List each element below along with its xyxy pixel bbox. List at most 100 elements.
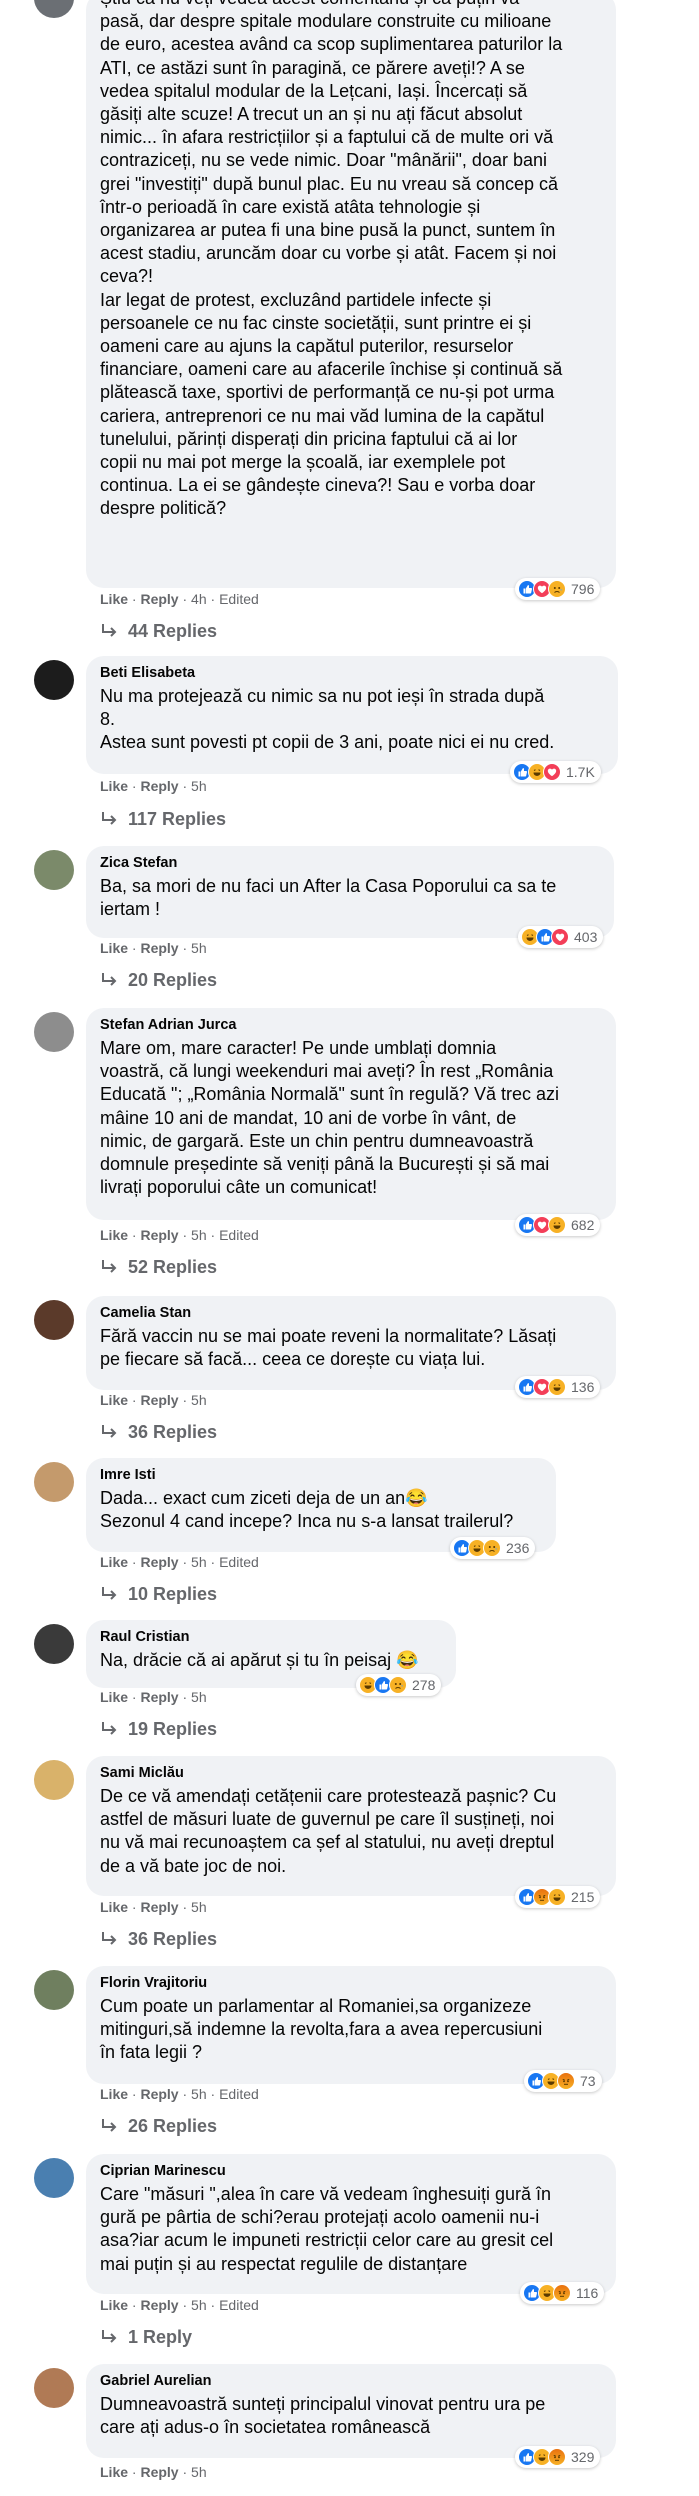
reply-button[interactable]: Reply — [140, 1227, 178, 1243]
reaction-summary[interactable]: 403 — [518, 926, 604, 948]
comment-time[interactable]: 5h — [191, 940, 207, 956]
view-replies-link[interactable]: 44 Replies — [100, 620, 217, 642]
avatar[interactable] — [34, 1012, 74, 1052]
replies-count: 19 Replies — [128, 1719, 218, 1739]
reaction-summary[interactable]: 682 — [515, 1214, 601, 1236]
comment-time[interactable]: 5h — [191, 1392, 207, 1408]
edited-label: Edited — [219, 1554, 259, 1570]
view-replies-link[interactable]: 1 Reply — [100, 2326, 192, 2348]
view-replies-link[interactable]: 36 Replies — [100, 1421, 217, 1443]
replies-count: 26 Replies — [128, 2116, 218, 2136]
replies-count: 117 Replies — [128, 809, 227, 829]
separator: · — [182, 940, 188, 956]
separator: · — [182, 1689, 188, 1705]
view-replies-link[interactable]: 117 Replies — [100, 808, 226, 830]
comment-time[interactable]: 4h — [191, 591, 207, 607]
comment-author[interactable]: Florin Vrajitoriu — [100, 1974, 604, 1993]
avatar[interactable] — [34, 660, 74, 700]
view-replies-link[interactable]: 19 Replies — [100, 1718, 217, 1740]
comment-time[interactable]: 5h — [191, 1899, 207, 1915]
separator: · — [182, 1227, 188, 1243]
angry-reaction-icon — [557, 2072, 575, 2090]
avatar[interactable] — [34, 0, 74, 18]
comment-time[interactable]: 5h — [191, 1227, 207, 1243]
comment-time[interactable]: 5h — [191, 778, 207, 794]
reaction-summary[interactable]: 329 — [515, 2446, 601, 2468]
separator: · — [182, 778, 188, 794]
reaction-summary[interactable]: 73 — [524, 2070, 602, 2092]
separator: · — [131, 2297, 137, 2313]
reply-button[interactable]: Reply — [140, 1689, 178, 1705]
reaction-count: 403 — [574, 929, 598, 945]
avatar[interactable] — [34, 1462, 74, 1502]
comment-text: Ba, sa mori de nu faci un After la Casa … — [100, 876, 557, 920]
reply-button[interactable]: Reply — [140, 1899, 178, 1915]
reaction-summary[interactable]: 236 — [450, 1537, 536, 1559]
like-button[interactable]: Like — [100, 1689, 128, 1705]
reply-button[interactable]: Reply — [140, 591, 178, 607]
like-button[interactable]: Like — [100, 2464, 128, 2480]
reaction-summary[interactable]: 215 — [515, 1886, 601, 1908]
avatar[interactable] — [34, 2158, 74, 2198]
reply-button[interactable]: Reply — [140, 778, 178, 794]
view-replies-link[interactable]: 36 Replies — [100, 1928, 217, 1950]
reply-button[interactable]: Reply — [140, 2297, 178, 2313]
reaction-count: 1.7K — [566, 764, 595, 780]
reply-arrow-icon — [102, 1425, 117, 1438]
reaction-summary[interactable]: 116 — [520, 2282, 605, 2304]
like-button[interactable]: Like — [100, 2297, 128, 2313]
reply-button[interactable]: Reply — [140, 1554, 178, 1570]
comment-time[interactable]: 5h — [191, 2464, 207, 2480]
view-replies-link[interactable]: 52 Replies — [100, 1256, 217, 1278]
comment-text: De ce vă amendați cetățenii care protest… — [100, 1786, 557, 1876]
comment-actions: Like · Reply · 5h — [100, 1391, 207, 1409]
like-button[interactable]: Like — [100, 778, 128, 794]
comment-text: Na, drăcie că ai apărut și tu în peisaj … — [100, 1650, 419, 1670]
like-button[interactable]: Like — [100, 1554, 128, 1570]
comment-author[interactable]: Sami Miclău — [100, 1764, 604, 1783]
avatar[interactable] — [34, 850, 74, 890]
sad-reaction-icon — [483, 1539, 501, 1557]
like-button[interactable]: Like — [100, 940, 128, 956]
avatar[interactable] — [34, 1760, 74, 1800]
comment-actions: Like · Reply · 5h · Edited — [100, 2296, 259, 2314]
reaction-summary[interactable]: 796 — [515, 578, 601, 600]
comment-author[interactable]: Ciprian Marinescu — [100, 2162, 604, 2181]
reply-arrow-icon — [102, 973, 117, 986]
haha-reaction-icon — [548, 1888, 566, 1906]
reaction-summary[interactable]: 136 — [515, 1376, 601, 1398]
avatar[interactable] — [34, 1300, 74, 1340]
reply-button[interactable]: Reply — [140, 940, 178, 956]
reaction-summary[interactable]: 278 — [356, 1674, 442, 1696]
view-replies-link[interactable]: 10 Replies — [100, 1583, 217, 1605]
comment-author[interactable]: Gabriel Aurelian — [100, 2372, 604, 2391]
reaction-summary[interactable]: 1.7K — [510, 761, 601, 783]
like-button[interactable]: Like — [100, 1227, 128, 1243]
comment-author[interactable]: Stefan Adrian Jurca — [100, 1016, 604, 1035]
view-replies-link[interactable]: 26 Replies — [100, 2115, 217, 2137]
separator: · — [210, 2297, 216, 2313]
comment-time[interactable]: 5h — [191, 1554, 207, 1570]
comment-actions: Like · Reply · 5h — [100, 2463, 207, 2481]
avatar[interactable] — [34, 1970, 74, 2010]
comment-author[interactable]: Zica Stefan — [100, 854, 602, 873]
like-button[interactable]: Like — [100, 2086, 128, 2102]
like-button[interactable]: Like — [100, 591, 128, 607]
angry-reaction-icon — [553, 2284, 571, 2302]
comment-time[interactable]: 5h — [191, 2297, 207, 2313]
view-replies-link[interactable]: 20 Replies — [100, 969, 217, 991]
comment-author[interactable]: Raul Cristian — [100, 1628, 444, 1647]
avatar[interactable] — [34, 1624, 74, 1664]
reply-button[interactable]: Reply — [140, 1392, 178, 1408]
comment-author[interactable]: Camelia Stan — [100, 1304, 604, 1323]
comment-author[interactable]: Imre Isti — [100, 1466, 544, 1485]
comment-author[interactable]: Beti Elisabeta — [100, 664, 606, 683]
like-button[interactable]: Like — [100, 1392, 128, 1408]
avatar[interactable] — [34, 2368, 74, 2408]
reply-button[interactable]: Reply — [140, 2464, 178, 2480]
comment-time[interactable]: 5h — [191, 1689, 207, 1705]
comment-time[interactable]: 5h — [191, 2086, 207, 2102]
reply-button[interactable]: Reply — [140, 2086, 178, 2102]
comment-text: Cum poate un parlamentar al Romaniei,sa … — [100, 1996, 543, 2063]
like-button[interactable]: Like — [100, 1899, 128, 1915]
